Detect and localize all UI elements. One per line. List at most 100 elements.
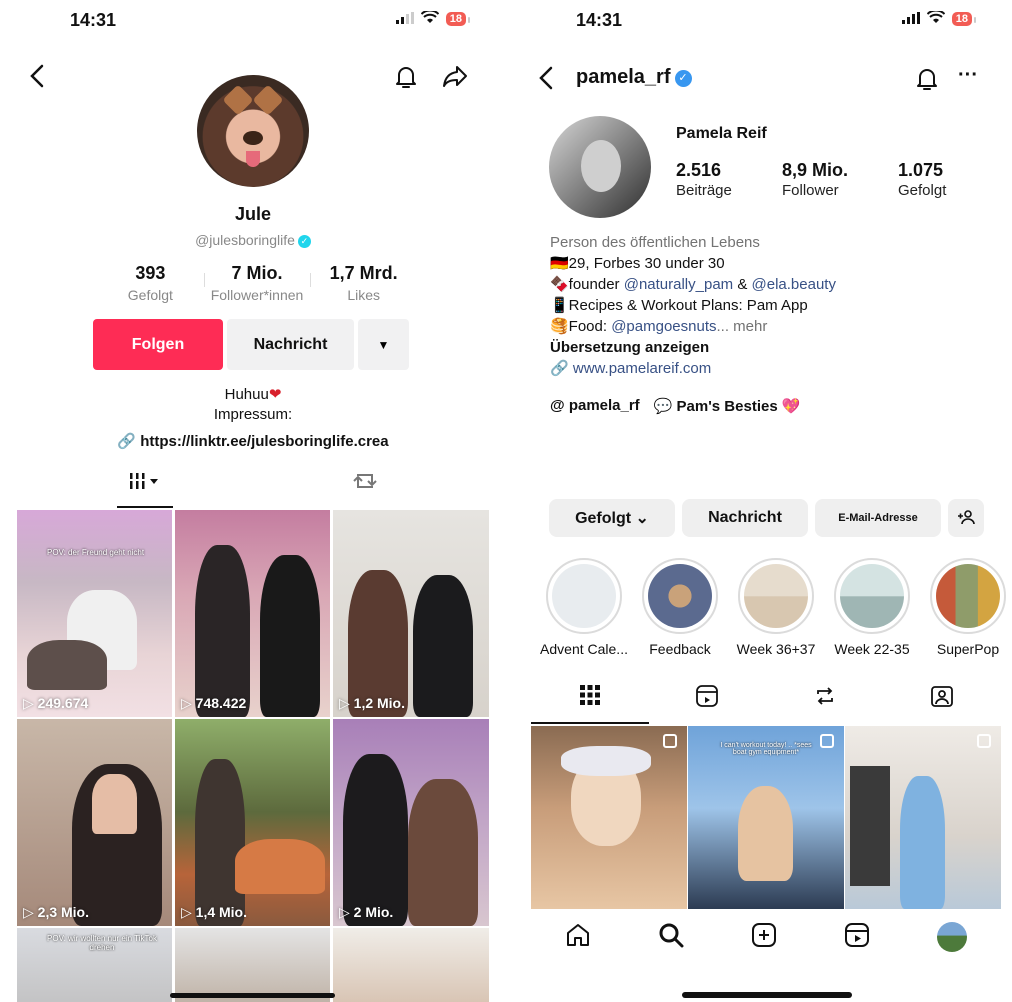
view-count: ▷ 1,2 Mio. [339,695,406,711]
stat-value: 8,9 Mio. [782,160,849,180]
translate-link[interactable]: Übersetzung anzeigen [550,337,836,358]
bio-line: 🇩🇪29, Forbes 30 under 30 [550,255,725,272]
tab-reposts[interactable] [766,684,884,724]
video-thumbnail[interactable]: ▷ 748.422 [175,510,330,717]
tiktok-profile-screen: 14:31 18 Jule @julesboringlife ✓ 393 Gefo [0,0,506,1002]
chat-bubble-icon: 💬 [653,398,673,415]
stat-value: 393 [135,263,166,283]
mention-link[interactable]: @ela.beauty [752,276,836,293]
story-highlights: Advent Cale... Feedback Week 36+37 Week … [536,558,1012,657]
reels-nav-icon[interactable] [844,922,870,953]
mention-link[interactable]: @naturally_pam [624,276,733,293]
stat-label: Beiträge [676,182,732,199]
profile-actions: Gefolgt ⌄ Nachricht E-Mail-Adresse [549,499,984,537]
profile-nav-avatar[interactable] [937,922,968,952]
profile-avatar[interactable] [549,116,651,218]
repost-icon [352,474,378,497]
stat-label: Follower [782,182,839,199]
video-thumbnail[interactable]: POV: der Freund geht nicht ▷ 249.674 [17,510,172,717]
create-post-icon[interactable] [751,922,777,953]
highlight-label: Week 36+37 [736,641,816,657]
message-button[interactable]: Nachricht [227,319,354,370]
bio-link[interactable]: 🔗 https://linktr.ee/julesboringlife.crea [0,432,506,450]
video-thumbnail[interactable]: ▷ 1,2 Mio. [333,510,489,717]
add-user-button[interactable] [948,499,984,537]
full-name: Pamela Reif [676,125,767,142]
bio-text: 🍫founder [550,276,624,293]
follow-button[interactable]: Folgen [93,319,223,370]
thumbnail-figure [900,776,945,909]
threads-handle: pamela_rf [568,397,640,414]
reels-icon [695,685,719,713]
stat-label: Gefolgt [127,287,173,303]
stat-following[interactable]: 393 Gefolgt [97,263,204,303]
video-thumbnail[interactable]: POV: wir wollten nur ein TikTok drehen [17,928,172,1002]
view-count-value: 2 Mio. [353,904,394,920]
stat-followers[interactable]: 7 Mio. Follower*innen [203,263,311,303]
bio-text: Huhuu [224,386,269,403]
profile-avatar[interactable] [197,75,309,187]
back-icon[interactable] [30,64,44,88]
highlight-item[interactable]: Feedback [632,558,728,657]
bottom-navigation [531,912,1001,962]
dog-filter-nose [243,131,263,145]
video-grid: POV: der Freund geht nicht ▷ 249.674 ▷ 7… [17,510,489,1002]
bio-line: Impressum: [213,406,293,423]
thumbnail-figure [413,575,473,717]
website-link[interactable]: www.pamelareif.com [573,360,711,377]
search-icon[interactable] [658,922,684,953]
post-thumbnail[interactable] [531,726,687,909]
video-thumbnail[interactable]: ▷ 2,3 Mio. [17,719,172,926]
view-count: ▷ 1,4 Mio. [181,904,248,920]
avatar-face [581,140,621,192]
home-icon[interactable] [565,922,591,953]
video-thumbnail[interactable]: ▷ 1,4 Mio. [175,719,330,926]
highlight-cover [840,564,904,628]
highlight-item[interactable]: Advent Cale... [536,558,632,657]
video-thumbnail[interactable]: ▷ 2 Mio. [333,719,489,926]
bell-icon[interactable] [915,66,939,92]
tab-posts[interactable] [531,684,649,724]
stat-following[interactable]: 1.075 Gefolgt [898,160,978,199]
dog-filter-ear [252,84,284,116]
more-link[interactable]: ... mehr [717,318,768,335]
bio-category: Person des öffentlichen Lebens [550,234,760,251]
tab-videos[interactable] [117,470,173,508]
highlight-item[interactable]: SuperPop [920,558,1012,657]
signal-icon [901,11,920,27]
post-thumbnail[interactable] [845,726,1001,909]
more-options-button[interactable]: ▼ [358,319,409,370]
status-icons: 18 [901,9,977,27]
stat-likes[interactable]: 1,7 Mrd. Likes [310,263,417,303]
threads-link[interactable]: @ pamela_rf [550,397,640,415]
dog-filter-tongue [246,151,260,167]
post-thumbnail[interactable]: I can't workout today! .. *sees boat gym… [688,726,844,909]
thumbnail-figure [561,746,651,776]
heart-icon: ❤ [268,386,282,403]
tab-reels[interactable] [649,684,767,724]
video-thumbnail[interactable] [333,928,489,1002]
video-caption-overlay: POV: der Freund geht nicht [47,548,145,557]
bio-line: Huhuu❤ [0,385,506,403]
back-icon[interactable] [539,66,553,90]
status-time: 14:31 [70,10,117,30]
video-thumbnail[interactable] [175,928,330,1002]
more-options-icon[interactable]: ··· [958,64,978,87]
bio: Person des öffentlichen Lebens 🇩🇪29, For… [550,232,836,379]
mention-link[interactable]: @pamgoesnuts [611,318,716,335]
tab-reposts[interactable] [337,470,393,508]
message-button[interactable]: Nachricht [682,499,808,537]
highlight-item[interactable]: Week 22-35 [824,558,920,657]
broadcast-channel-link[interactable]: 💬 Pam's Besties 💖 [654,397,801,415]
share-icon[interactable] [442,64,468,88]
stat-value: 1,7 Mrd. [329,263,398,283]
highlight-item[interactable]: Week 36+37 [728,558,824,657]
stat-followers[interactable]: 8,9 Mio. Follower [782,160,898,199]
stat-posts[interactable]: 2.516 Beiträge [676,160,782,199]
tab-tagged[interactable] [884,684,1002,724]
website-row[interactable]: 🔗 www.pamelareif.com [550,358,836,379]
bell-icon[interactable] [394,64,418,90]
stat-value: 1.075 [898,160,944,180]
following-button[interactable]: Gefolgt ⌄ [549,499,675,537]
email-button[interactable]: E-Mail-Adresse [815,499,941,537]
